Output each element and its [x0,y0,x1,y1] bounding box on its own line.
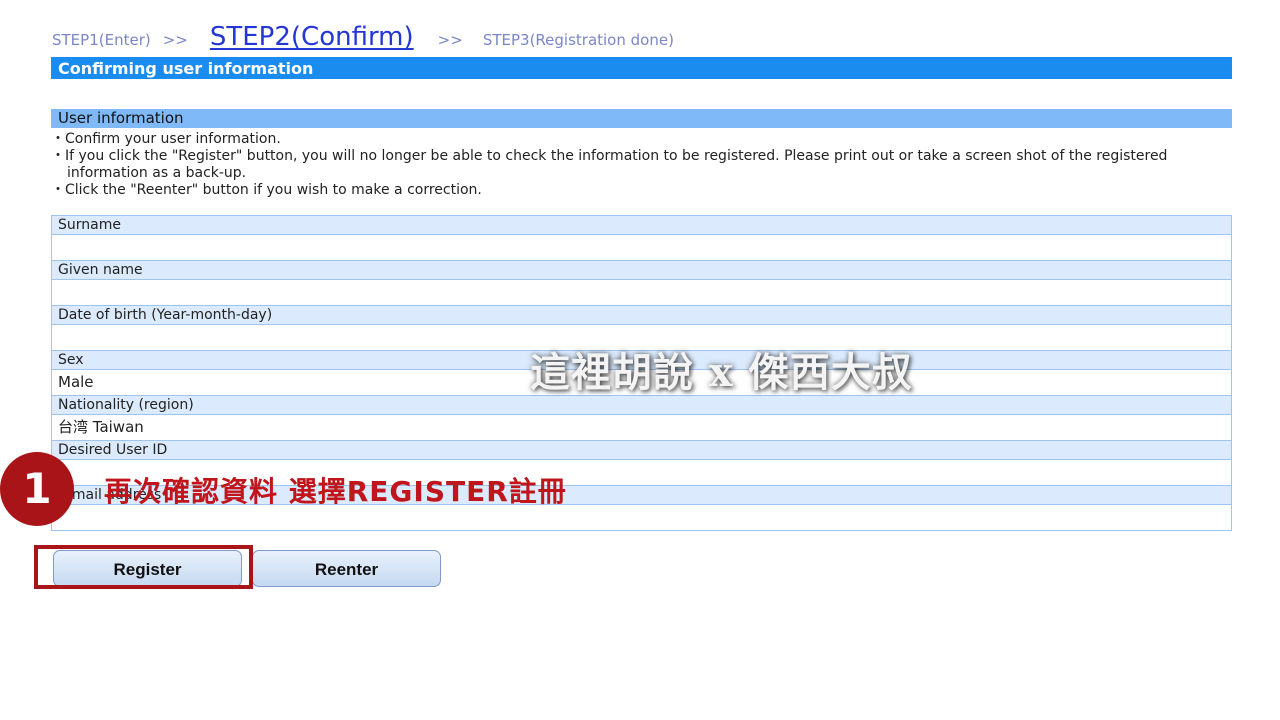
instruction-line: ・Confirm your user information. [51,131,281,147]
step-number-badge: 1 [0,452,74,526]
watermark-text: 這裡胡說 x 傑西大叔 [530,349,913,396]
instructions: ・Confirm your user information. ・If you … [51,131,1232,199]
instruction-line: ・Click the "Reenter" button if you wish … [51,182,482,198]
page-title: Confirming user information [51,57,1232,79]
step2-label-current: STEP2(Confirm) [209,22,414,52]
instruction-line: ・If you click the "Register" button, you… [51,148,1168,164]
register-button[interactable]: Register [53,550,242,587]
section-title: User information [51,109,1232,128]
step1-label: STEP1(Enter) [52,31,151,49]
nationality-value: 台湾 Taiwan [52,415,1231,441]
surname-label: Surname [52,216,1231,235]
nationality-label: Nationality (region) [52,396,1231,415]
step-caption: 再次確認資料 選擇REGISTER註冊 [104,475,567,508]
user-id-label: Desired User ID [52,441,1231,460]
step-separator: >> [162,31,188,49]
instruction-line: information as a back-up. [67,165,247,181]
surname-value [52,235,1231,261]
given-name-label: Given name [52,261,1231,280]
step-breadcrumb: STEP1(Enter) >> STEP2(Confirm) >> STEP3(… [52,22,674,58]
given-name-value [52,280,1231,306]
reenter-button[interactable]: Reenter [252,550,441,587]
date-of-birth-label: Date of birth (Year-month-day) [52,306,1231,325]
step-separator: >> [437,31,463,49]
step3-label: STEP3(Registration done) [482,31,674,49]
